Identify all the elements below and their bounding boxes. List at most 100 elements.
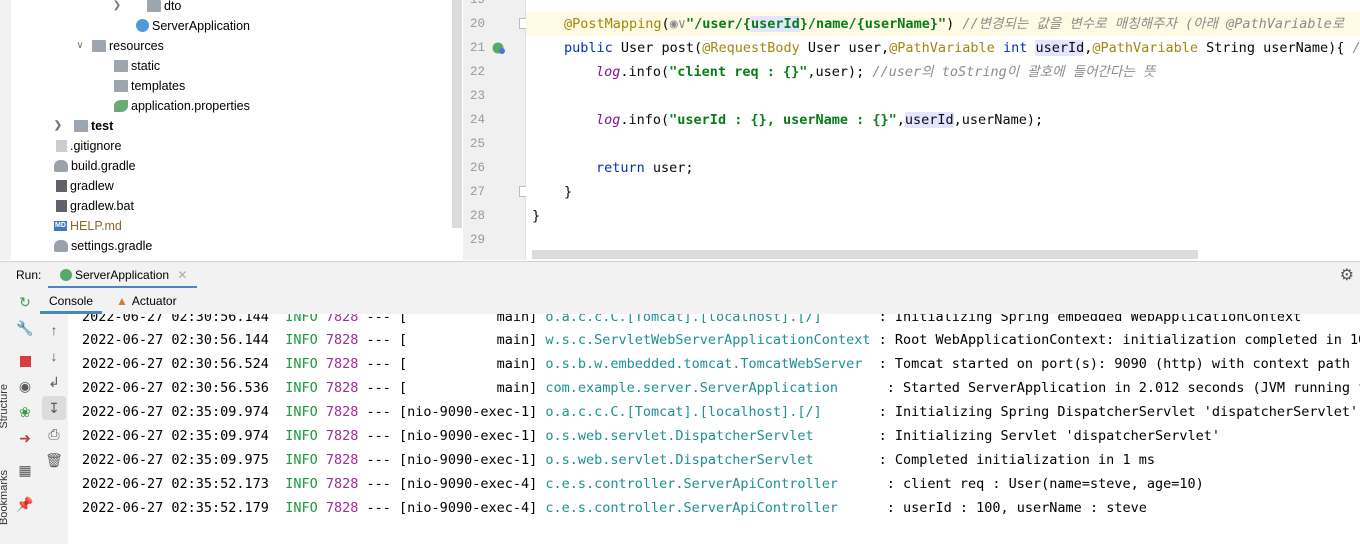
code-line-27: } — [564, 184, 573, 200]
camera-icon[interactable]: ◉ — [13, 374, 37, 398]
log-row: 2022-06-27 02:30:56.144 INFO 7828 --- [ … — [82, 328, 1360, 352]
soft-wrap-icon[interactable]: ↲ — [42, 370, 66, 394]
tree-item-serverapplication[interactable]: ServerApplication — [136, 16, 250, 36]
chevron-right-icon[interactable]: ❯ — [52, 116, 64, 136]
globe-icon[interactable]: ◉∨ — [670, 16, 686, 32]
log-thread: [ main] — [399, 380, 538, 396]
log-logger: o.a.c.c.C.[Tomcat].[localhost].[/] — [545, 404, 871, 420]
line-number: 20 — [469, 17, 485, 31]
gear-icon[interactable]: ⚙ — [1340, 265, 1354, 285]
parameter: userId — [904, 112, 954, 128]
keyword: return — [596, 160, 645, 176]
log-logger: o.s.b.w.embedded.tomcat.TomcatWebServer — [545, 356, 871, 372]
log-date: 2022-06-27 02:35:09.974 — [82, 404, 269, 420]
path-variable: userId — [750, 16, 800, 32]
tab-console[interactable]: Console — [40, 288, 102, 314]
tree-item-label: resources — [109, 39, 164, 53]
tree-item-test[interactable]: ❯ test — [54, 116, 113, 136]
line-number: 21 — [469, 41, 485, 55]
layout-icon[interactable]: ▦ — [13, 458, 37, 482]
tree-scrollbar[interactable] — [452, 0, 462, 228]
line-number: 24 — [469, 113, 485, 127]
scroll-to-end-icon[interactable]: ↧ — [42, 396, 66, 420]
code-text: .info( — [620, 64, 670, 80]
print-icon[interactable]: ⎙ — [42, 422, 66, 446]
arrow-up-icon[interactable]: ↑ — [42, 318, 66, 342]
log-date: 2022-06-27 02:35:09.974 — [82, 428, 269, 444]
line-number: 27 — [469, 185, 485, 199]
trash-icon[interactable]: 🗑 — [42, 448, 66, 472]
code-editor[interactable]: @PostMapping(◉∨"/user/{userId}/name/{use… — [526, 0, 1360, 260]
log-date: 2022-06-27 02:35:52.173 — [82, 476, 269, 492]
exit-icon[interactable]: ➜ — [13, 426, 37, 450]
gitignore-file-icon — [56, 139, 67, 152]
tab-actuator[interactable]: ▲ Actuator — [116, 288, 177, 314]
line-number: 26 — [469, 161, 485, 175]
log-thread: [nio-9090-exec-4] — [399, 500, 538, 516]
comment: //변경되는 값을 변수로 매칭해주자 (아래 @PathVariable로 — [962, 16, 1345, 32]
folder-icon — [114, 79, 128, 92]
tree-item-help-md[interactable]: MD HELP.md — [54, 216, 122, 236]
log-separator: --- — [366, 452, 391, 468]
log-message: : Initializing Spring DispatcherServlet … — [878, 404, 1359, 420]
tree-item-settings-gradle[interactable]: settings.gradle — [54, 236, 152, 256]
console-toolbar: ↑ ↓ ↲ ↧ ⎙ 🗑 — [40, 314, 69, 544]
log-level: INFO — [285, 500, 318, 516]
tree-item-resources[interactable]: ∨ resources — [76, 36, 164, 56]
log-level: INFO — [285, 452, 318, 468]
tree-item-dto[interactable]: ❯ dto — [113, 0, 181, 16]
debug-icon[interactable]: ❀ — [13, 400, 37, 424]
spring-boot-icon — [60, 268, 72, 281]
rerun-icon[interactable]: ↻ — [13, 290, 37, 314]
log-level: INFO — [285, 428, 318, 444]
tree-item-gradlew[interactable]: gradlew — [56, 176, 114, 196]
console-output[interactable]: 2022-06-27 02:30:56.144 INFO 7828 --- [ … — [68, 314, 1360, 544]
string-literal: "client req : {}" — [669, 64, 808, 80]
pin-icon[interactable]: 📌 — [13, 492, 37, 516]
log-date: 2022-06-27 02:35:52.179 — [82, 500, 269, 516]
log-logger: o.s.web.servlet.DispatcherServlet — [545, 452, 871, 468]
log-thread: [ main] — [399, 314, 538, 325]
tree-item-templates[interactable]: templates — [114, 76, 185, 96]
log-message: : Completed initialization in 1 ms — [878, 452, 1155, 468]
structure-tool-label[interactable]: Structure — [0, 384, 10, 429]
log-logger: com.example.server.ServerApplication — [545, 380, 879, 396]
comment: //user의 toString이 괄호에 들어간다는 뜻 — [872, 64, 1156, 80]
stop-icon[interactable] — [13, 348, 37, 372]
log-row: 2022-06-27 02:30:56.144 INFO 7828 --- [ … — [82, 314, 1301, 329]
tree-item-gitignore[interactable]: .gitignore — [56, 136, 121, 156]
markdown-file-icon: MD — [54, 220, 67, 231]
tree-item-label: settings.gradle — [71, 239, 153, 253]
string-literal: "userId : {}, userName : {}" — [669, 112, 897, 128]
string-literal: }" — [929, 16, 947, 32]
log-message: : Tomcat started on port(s): 9090 (http)… — [878, 356, 1360, 372]
tree-item-application-properties[interactable]: application.properties — [114, 96, 250, 116]
tree-item-static[interactable]: static — [114, 56, 160, 76]
log-message: : Initializing Servlet 'dispatcherServle… — [878, 428, 1220, 444]
log-message: : Started ServerApplication in 2.012 sec… — [886, 380, 1360, 396]
annotation: @PathVariable — [1092, 40, 1199, 56]
log-row: 2022-06-27 02:30:56.524 INFO 7828 --- [ … — [82, 352, 1360, 376]
line-number: 29 — [469, 233, 485, 247]
run-toolbar: ↻ 🔧 ◉ ❀ ➜ ▦ 📌 — [11, 288, 41, 544]
close-icon[interactable]: ✕ — [177, 268, 187, 282]
arrow-down-icon[interactable]: ↓ — [42, 344, 66, 368]
log-logger: o.a.c.c.C.[Tomcat].[localhost].[/] — [545, 314, 871, 325]
tab-serverapplication[interactable]: ServerApplication ✕ — [48, 262, 198, 289]
tree-item-gradlew-bat[interactable]: gradlew.bat — [56, 196, 134, 216]
code-text: , — [896, 112, 905, 128]
gradle-file-icon — [54, 239, 68, 252]
bookmarks-tool-label[interactable]: Bookmarks — [0, 470, 10, 525]
chevron-right-icon[interactable]: ❯ — [111, 0, 123, 16]
log-message: : Initializing Spring embedded WebApplic… — [878, 314, 1302, 325]
paren: ) — [946, 16, 963, 32]
code-line-22: log.info("client req : {}",user); //user… — [596, 60, 1155, 84]
log-row: 2022-06-27 02:35:52.173 INFO 7828 --- [n… — [82, 472, 1204, 496]
wrench-icon[interactable]: 🔧 — [13, 316, 37, 340]
code-text: ,userName); — [953, 112, 1044, 128]
chevron-down-icon[interactable]: ∨ — [74, 36, 86, 56]
run-method-icon[interactable] — [492, 41, 506, 55]
editor-horizontal-scrollbar[interactable] — [532, 250, 1198, 259]
tree-item-build-gradle[interactable]: build.gradle — [54, 156, 136, 176]
log-row: 2022-06-27 02:35:09.975 INFO 7828 --- [n… — [82, 448, 1155, 472]
